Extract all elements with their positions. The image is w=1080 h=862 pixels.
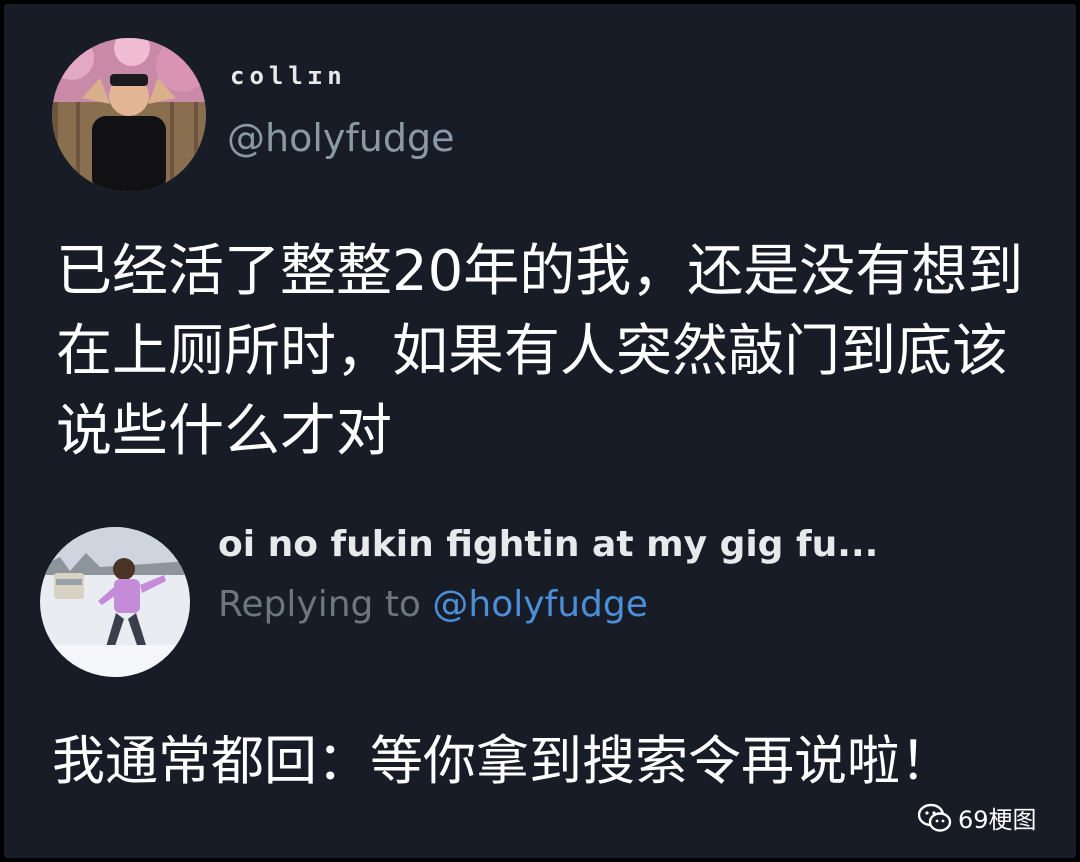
author-avatar-image: [52, 38, 206, 192]
reply-author-name[interactable]: oi no fukin fightin at my gig fu...: [218, 524, 878, 565]
wechat-icon: [918, 803, 952, 832]
author-handle[interactable]: @holyfudge: [227, 116, 454, 160]
reply-text: 我通常都回：等你拿到搜索令再说啦！: [52, 731, 953, 792]
replying-to-line: Replying to @holyfudge: [218, 584, 648, 625]
tweet-text: 已经活了整整20年的我，还是没有想到在上厕所时，如果有人突然敲门到底该说些什么才…: [56, 239, 1024, 464]
reply-avatar-image: [40, 527, 190, 677]
author-avatar[interactable]: [52, 38, 206, 192]
author-display-name[interactable]: collɪn: [230, 62, 347, 90]
watermark-label: 69梗图: [958, 806, 1037, 834]
reply-author-avatar[interactable]: [40, 527, 190, 677]
watermark: 69梗图: [918, 800, 1037, 835]
screenshot-frame: collɪn @holyfudge 已经活了整整20年的我，还是没有想到在上厕所…: [4, 4, 1076, 858]
replying-to-prefix: Replying to: [218, 584, 433, 625]
replying-to-mention[interactable]: @holyfudge: [432, 584, 648, 625]
